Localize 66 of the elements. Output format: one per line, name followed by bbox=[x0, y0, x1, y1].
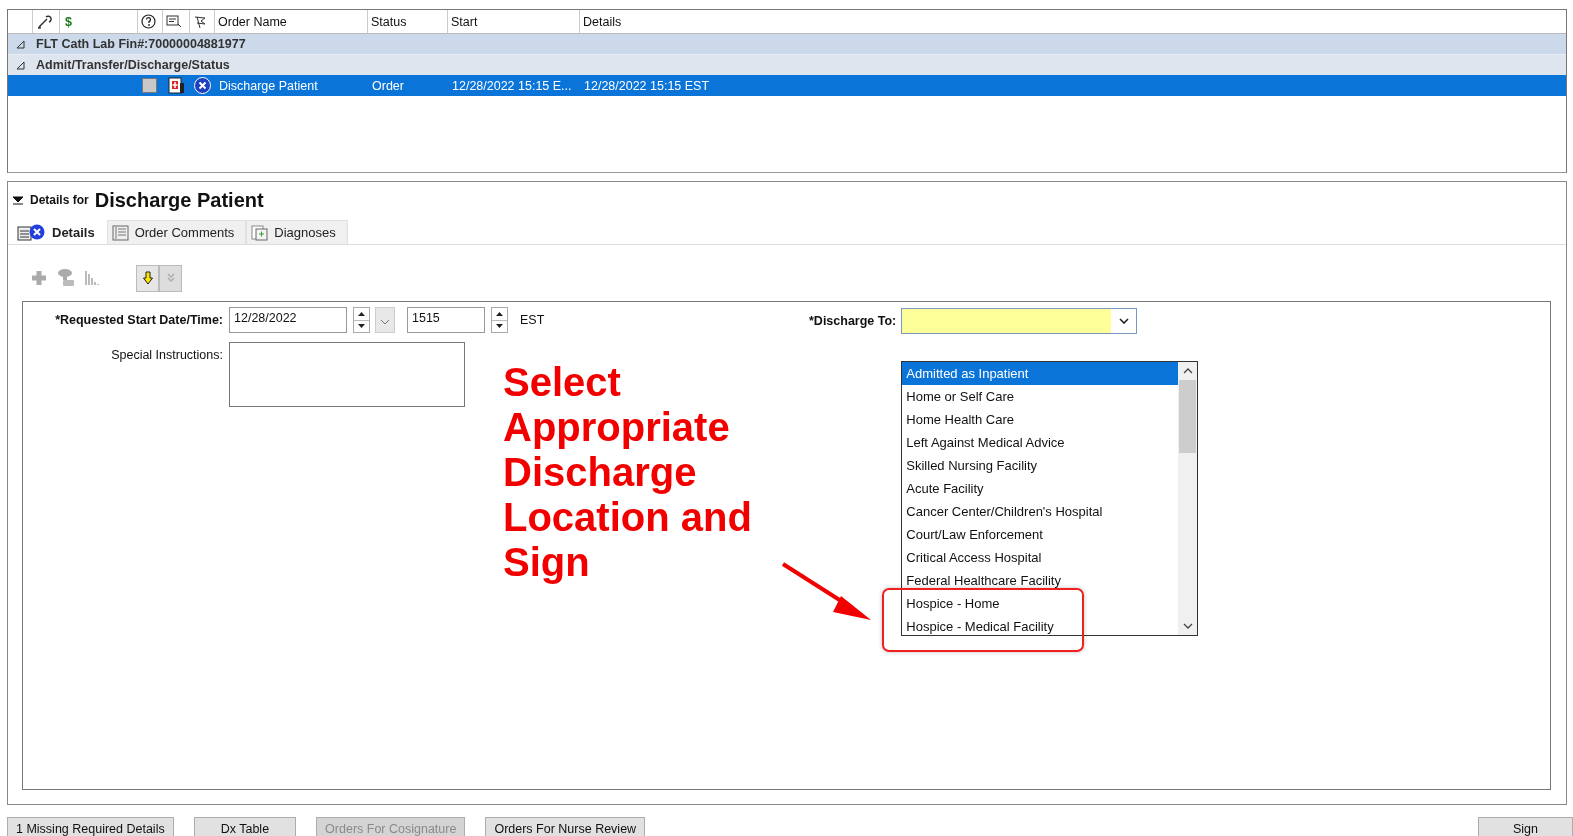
list-item[interactable]: Admitted as Inpatient bbox=[902, 362, 1179, 385]
list-item[interactable]: Federal Healthcare Facility bbox=[902, 569, 1179, 592]
field-label: *Discharge To: bbox=[809, 313, 898, 328]
list-item[interactable]: Home or Self Care bbox=[902, 385, 1179, 408]
caret-icon bbox=[380, 318, 390, 325]
annotation-text: Select Appropriate Discharge Location and Sign bbox=[503, 360, 753, 585]
order-start: 12/28/2022 15:15 E... bbox=[452, 78, 572, 93]
column-header[interactable]: Start bbox=[451, 14, 478, 29]
column-header[interactable]: $ bbox=[63, 14, 72, 29]
field-label: Special Instructions: bbox=[110, 347, 224, 362]
document-cancel-icon bbox=[17, 223, 47, 242]
collapse-icon[interactable] bbox=[16, 60, 28, 70]
checkbox[interactable] bbox=[142, 78, 157, 93]
cancel-icon bbox=[194, 77, 211, 94]
details-title: Discharge Patient bbox=[94, 188, 264, 212]
footer-button[interactable]: 1 Missing Required Details bbox=[7, 817, 174, 836]
time-zone: EST bbox=[520, 313, 545, 327]
details-prefix: Details for bbox=[30, 193, 89, 207]
scrollbar-thumb[interactable] bbox=[1179, 380, 1197, 453]
list-item[interactable]: Court/Law Enforcement bbox=[902, 523, 1179, 546]
sign-button[interactable]: Sign bbox=[1478, 817, 1573, 836]
scroll-down-icon[interactable] bbox=[1182, 623, 1193, 629]
list-item[interactable]: Home Health Care bbox=[902, 408, 1179, 431]
order-status: Order bbox=[372, 78, 404, 93]
hospital-icon bbox=[167, 77, 185, 94]
list-item[interactable]: Skilled Nursing Facility bbox=[902, 454, 1179, 477]
order-row[interactable]: Discharge Patient Order 12/28/2022 15:15 E... 12/28/2022 15:15 EST bbox=[8, 75, 1566, 96]
column-header[interactable]: Details bbox=[583, 14, 622, 29]
list-item[interactable]: Acute Facility bbox=[902, 477, 1179, 500]
spin-buttons[interactable] bbox=[491, 307, 508, 333]
caret-icon bbox=[1118, 317, 1129, 324]
next-field-button[interactable] bbox=[159, 264, 182, 292]
footer-button[interactable]: Dx Table bbox=[193, 817, 297, 836]
diagnosis-icon bbox=[251, 224, 270, 241]
group-row[interactable]: FLT Cath Lab Fin#:70000004881977 bbox=[8, 34, 1566, 55]
order-name: Discharge Patient bbox=[219, 78, 318, 93]
down-arrow-icon bbox=[142, 271, 153, 285]
collapse-icon[interactable] bbox=[16, 39, 28, 49]
field-label: *Requested Start Date/Time: bbox=[54, 313, 224, 327]
scrollbar[interactable] bbox=[1178, 362, 1198, 635]
flag-icon bbox=[193, 14, 207, 29]
spin-buttons[interactable] bbox=[353, 307, 370, 333]
time-field[interactable]: 1515 bbox=[407, 307, 485, 333]
note-icon bbox=[166, 14, 182, 29]
instructions-field[interactable] bbox=[229, 342, 465, 407]
date-field[interactable]: 12/28/2022 bbox=[229, 307, 347, 333]
scroll-up-icon[interactable] bbox=[1182, 368, 1193, 374]
tab[interactable]: Order Comments bbox=[106, 220, 247, 244]
discharge-list[interactable] bbox=[901, 361, 1199, 636]
list-item[interactable]: Hospice - Medical Facility bbox=[902, 615, 1179, 635]
help-icon bbox=[141, 14, 156, 29]
footer-button[interactable]: Orders For Nurse Review bbox=[485, 817, 646, 836]
discharge-combo[interactable] bbox=[901, 307, 1138, 334]
list-item[interactable]: Critical Access Hospital bbox=[902, 546, 1179, 569]
next-required-button[interactable] bbox=[136, 264, 159, 292]
collapse-icon[interactable] bbox=[12, 195, 24, 205]
list-item[interactable]: Hospice - Home bbox=[902, 592, 1179, 615]
group-row[interactable]: Admit/Transfer/Discharge/Status bbox=[8, 55, 1566, 75]
double-chevron-icon bbox=[165, 272, 176, 284]
list-item[interactable]: Cancer Center/Children's Hospital bbox=[902, 500, 1179, 523]
tab[interactable]: Diagnoses bbox=[246, 220, 348, 244]
comments-icon bbox=[111, 224, 130, 241]
column-header[interactable]: Order Name bbox=[218, 14, 287, 29]
list-item[interactable]: Left Against Medical Advice bbox=[902, 431, 1179, 454]
column-header[interactable]: Status bbox=[371, 14, 407, 29]
order-details: 12/28/2022 15:15 EST bbox=[584, 78, 710, 93]
